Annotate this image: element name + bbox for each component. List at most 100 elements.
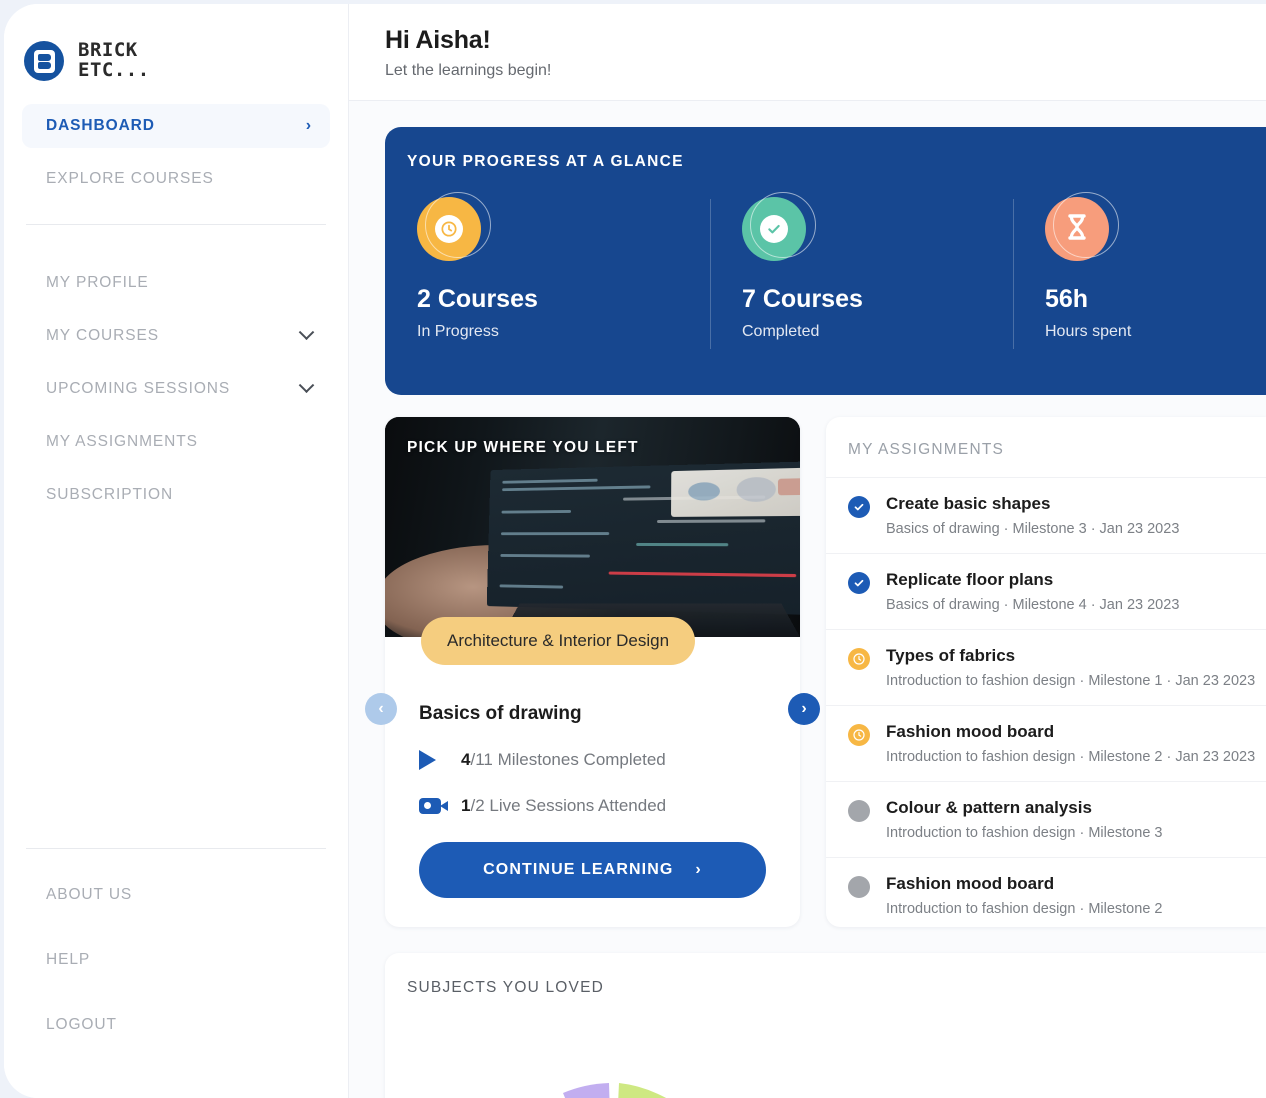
sidebar-footer-nav: ABOUT US HELP LOGOUT	[4, 873, 348, 1098]
sidebar-item-label: MY ASSIGNMENTS	[46, 433, 198, 451]
sidebar-item-my-assignments[interactable]: MY ASSIGNMENTS	[22, 420, 330, 464]
sidebar-secondary-nav: MY PROFILE MY COURSES UPCOMING SESSIONS …	[4, 249, 348, 526]
subjects-title: SUBJECTS YOU LOVED	[407, 979, 1266, 997]
dashboard-mid-row: ‹ ›	[385, 417, 1266, 927]
resume-card-body: Basics of drawing 4/11 Milestones Comple…	[385, 637, 800, 898]
brick-logo-icon	[24, 41, 64, 81]
assignment-name: Types of fabrics	[886, 646, 1255, 666]
chevron-down-icon	[299, 377, 315, 393]
sidebar-item-label: DASHBOARD	[46, 117, 155, 135]
stat-value: 7 Courses	[742, 285, 1013, 314]
sidebar-item-my-courses[interactable]: MY COURSES	[22, 314, 330, 358]
assignment-row[interactable]: Types of fabrics Introduction to fashion…	[826, 629, 1266, 705]
assignment-meta: Basics of drawing · Milestone 3 · Jan 23…	[886, 521, 1179, 537]
progress-banner: YOUR PROGRESS AT A GLANCE 2 Courses In P…	[385, 127, 1266, 395]
progress-stats: 2 Courses In Progress 7 Courses Complete…	[407, 197, 1266, 341]
media-label: PICK UP WHERE YOU LEFT	[407, 439, 639, 457]
chevron-left-icon: ‹	[378, 700, 383, 718]
brand-name: BRICK ETC...	[78, 41, 150, 81]
app-window: BRICK ETC... DASHBOARD › EXPLORE COURSES…	[4, 4, 1266, 1098]
subjects-pie-chart	[463, 1063, 763, 1098]
sidebar-item-dashboard[interactable]: DASHBOARD ›	[22, 104, 330, 148]
sidebar-item-label: MY COURSES	[46, 327, 159, 345]
assignment-meta: Introduction to fashion design · Milesto…	[886, 673, 1255, 689]
my-assignments-card: MY ASSIGNMENTS Create basic shapes Basic…	[826, 417, 1266, 927]
sidebar-item-explore-courses[interactable]: EXPLORE COURSES	[22, 157, 330, 201]
assignment-meta: Introduction to fashion design · Milesto…	[886, 825, 1162, 841]
sidebar: BRICK ETC... DASHBOARD › EXPLORE COURSES…	[4, 4, 349, 1098]
assignment-name: Fashion mood board	[886, 874, 1162, 894]
flag-icon	[419, 750, 445, 770]
progress-banner-title: YOUR PROGRESS AT A GLANCE	[407, 153, 1266, 171]
chevron-right-icon: ›	[695, 861, 701, 879]
sidebar-primary-nav: DASHBOARD › EXPLORE COURSES	[4, 92, 348, 210]
sidebar-item-logout[interactable]: LOGOUT	[22, 1003, 330, 1047]
brand-logo[interactable]: BRICK ETC...	[4, 30, 348, 92]
clock-icon	[848, 648, 870, 670]
sidebar-item-label: LOGOUT	[46, 1016, 117, 1034]
chevron-down-icon	[299, 324, 315, 340]
assignment-row[interactable]: Colour & pattern analysis Introduction t…	[826, 781, 1266, 857]
page-title: Hi Aisha!	[385, 26, 1266, 55]
sidebar-item-label: UPCOMING SESSIONS	[46, 380, 230, 398]
sidebar-item-help[interactable]: HELP	[22, 938, 330, 982]
check-icon	[848, 572, 870, 594]
assignment-row[interactable]: Fashion mood board Introduction to fashi…	[826, 705, 1266, 781]
chevron-right-icon: ›	[801, 700, 806, 718]
subjects-you-loved-card: SUBJECTS YOU LOVED	[385, 953, 1266, 1098]
stat-label: Completed	[742, 323, 1013, 341]
stat-value: 2 Courses	[417, 285, 710, 314]
stat-label: Hours spent	[1045, 323, 1266, 341]
course-thumbnail: PICK UP WHERE YOU LEFT	[385, 417, 800, 637]
carousel-next-button[interactable]: ›	[788, 693, 820, 725]
chevron-right-icon: ›	[306, 117, 312, 135]
course-category-pill: Architecture & Interior Design	[421, 617, 695, 665]
assignment-row[interactable]: Fashion mood board Introduction to fashi…	[826, 857, 1266, 927]
assignment-meta: Basics of drawing · Milestone 4 · Jan 23…	[886, 597, 1179, 613]
assignments-title: MY ASSIGNMENTS	[826, 441, 1266, 477]
video-camera-icon	[419, 798, 445, 814]
pick-up-where-you-left-card: ‹ ›	[385, 417, 800, 927]
sidebar-item-label: MY PROFILE	[46, 274, 149, 292]
sidebar-item-my-profile[interactable]: MY PROFILE	[22, 261, 330, 305]
stat-label: In Progress	[417, 323, 710, 341]
sessions-text: /2 Live Sessions Attended	[470, 796, 666, 815]
sidebar-divider-bottom	[26, 848, 326, 849]
sidebar-spacer	[4, 526, 348, 834]
sessions-metric: 1/2 Live Sessions Attended	[419, 796, 766, 816]
milestones-metric: 4/11 Milestones Completed	[419, 750, 766, 770]
sidebar-item-label: HELP	[46, 951, 90, 969]
assignment-meta: Introduction to fashion design · Milesto…	[886, 901, 1162, 917]
sidebar-item-label: SUBSCRIPTION	[46, 486, 173, 504]
pie-chart-svg	[463, 1063, 763, 1098]
circle-icon	[848, 800, 870, 822]
sidebar-item-label: ABOUT US	[46, 886, 132, 904]
sidebar-item-about-us[interactable]: ABOUT US	[22, 873, 330, 917]
stat-hours-spent: 56h Hours spent	[1013, 197, 1266, 341]
assignment-meta: Introduction to fashion design · Milesto…	[886, 749, 1255, 765]
milestones-text: /11 Milestones Completed	[470, 750, 665, 769]
assignment-name: Colour & pattern analysis	[886, 798, 1162, 818]
assignment-name: Replicate floor plans	[886, 570, 1179, 590]
page-subtitle: Let the learnings begin!	[385, 62, 1266, 80]
page-header: Hi Aisha! Let the learnings begin!	[349, 4, 1266, 101]
circle-icon	[848, 876, 870, 898]
sidebar-item-upcoming-sessions[interactable]: UPCOMING SESSIONS	[22, 367, 330, 411]
stat-completed: 7 Courses Completed	[710, 197, 1013, 341]
stat-in-progress: 2 Courses In Progress	[407, 197, 710, 341]
carousel-prev-button[interactable]: ‹	[365, 693, 397, 725]
assignment-row[interactable]: Replicate floor plans Basics of drawing …	[826, 553, 1266, 629]
continue-learning-label: CONTINUE LEARNING	[483, 861, 673, 879]
check-icon	[848, 496, 870, 518]
clock-icon	[417, 197, 481, 261]
stat-value: 56h	[1045, 285, 1266, 314]
sidebar-item-label: EXPLORE COURSES	[46, 170, 214, 188]
continue-learning-button[interactable]: CONTINUE LEARNING ›	[419, 842, 766, 898]
assignment-row[interactable]: Create basic shapes Basics of drawing · …	[826, 477, 1266, 553]
check-circle-icon	[742, 197, 806, 261]
main-content: Hi Aisha! Let the learnings begin! YOUR …	[349, 4, 1266, 1098]
assignment-name: Fashion mood board	[886, 722, 1255, 742]
sidebar-item-subscription[interactable]: SUBSCRIPTION	[22, 473, 330, 517]
hourglass-icon	[1045, 197, 1109, 261]
course-title: Basics of drawing	[419, 703, 766, 725]
